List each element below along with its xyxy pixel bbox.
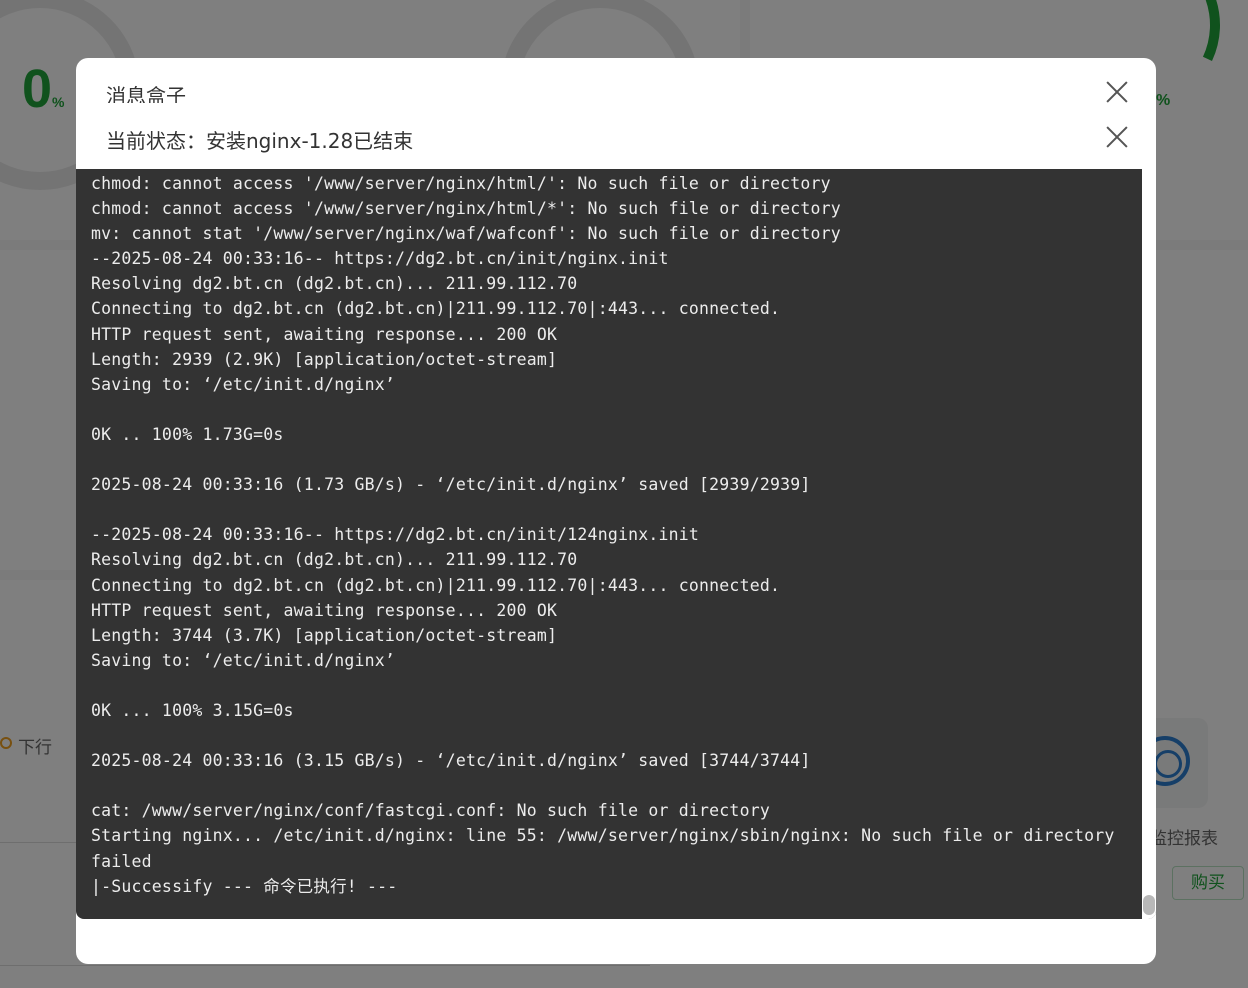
terminal-output: chmod: cannot access '/www/server/nginx/… [91, 171, 1131, 899]
terminal-line: Resolving dg2.bt.cn (dg2.bt.cn)... 211.9… [91, 550, 578, 570]
terminal-line: Saving to: ‘/etc/init.d/nginx’ [91, 650, 396, 670]
terminal-line: Starting nginx... /etc/init.d/nginx: lin… [91, 826, 1115, 846]
terminal-line: 2025-08-24 00:33:16 (3.15 GB/s) - ‘/etc/… [91, 751, 811, 771]
terminal-line: 0K .. 100% 1.73G=0s [91, 424, 284, 444]
terminal-line: |-Successify --- 命令已执行! --- [91, 876, 398, 896]
terminal-line: chmod: cannot access '/www/server/nginx/… [91, 199, 841, 219]
terminal-line: Saving to: ‘/etc/init.d/nginx’ [91, 374, 396, 394]
install-log-terminal[interactable]: chmod: cannot access '/www/server/nginx/… [76, 169, 1156, 919]
terminal-line: --2025-08-24 00:33:16-- https://dg2.bt.c… [91, 525, 700, 545]
terminal-line: 0K ... 100% 3.15G=0s [91, 700, 294, 720]
terminal-line: Connecting to dg2.bt.cn (dg2.bt.cn)|211.… [91, 299, 781, 319]
terminal-line: failed [91, 851, 152, 871]
terminal-line: HTTP request sent, awaiting response... … [91, 600, 558, 620]
terminal-line: mv: cannot stat '/www/server/nginx/waf/w… [91, 224, 841, 244]
install-log-header: 当前状态：安装nginx-1.28已结束 [76, 103, 1156, 169]
terminal-line: chmod: cannot access '/www/server/nginx/… [91, 174, 831, 193]
message-box-close-icon[interactable] [1104, 79, 1130, 105]
terminal-line: --2025-08-24 00:33:16-- https://dg2.bt.c… [91, 249, 669, 269]
terminal-line: Length: 3744 (3.7K) [application/octet-s… [91, 625, 558, 645]
install-log-close-icon[interactable] [1104, 124, 1130, 150]
terminal-line: Connecting to dg2.bt.cn (dg2.bt.cn)|211.… [91, 575, 781, 595]
terminal-scrollbar-thumb[interactable] [1143, 895, 1155, 915]
terminal-line: Length: 2939 (2.9K) [application/octet-s… [91, 349, 558, 369]
terminal-scrollbar[interactable] [1142, 169, 1156, 919]
install-status-title: 当前状态：安装nginx-1.28已结束 [106, 129, 414, 153]
terminal-line: 2025-08-24 00:33:16 (1.73 GB/s) - ‘/etc/… [91, 475, 811, 495]
terminal-line: cat: /www/server/nginx/conf/fastcgi.conf… [91, 801, 770, 821]
terminal-line: Resolving dg2.bt.cn (dg2.bt.cn)... 211.9… [91, 274, 578, 294]
terminal-line: HTTP request sent, awaiting response... … [91, 324, 558, 344]
install-log-dialog: 当前状态：安装nginx-1.28已结束 chmod: cannot acces… [76, 103, 1156, 919]
